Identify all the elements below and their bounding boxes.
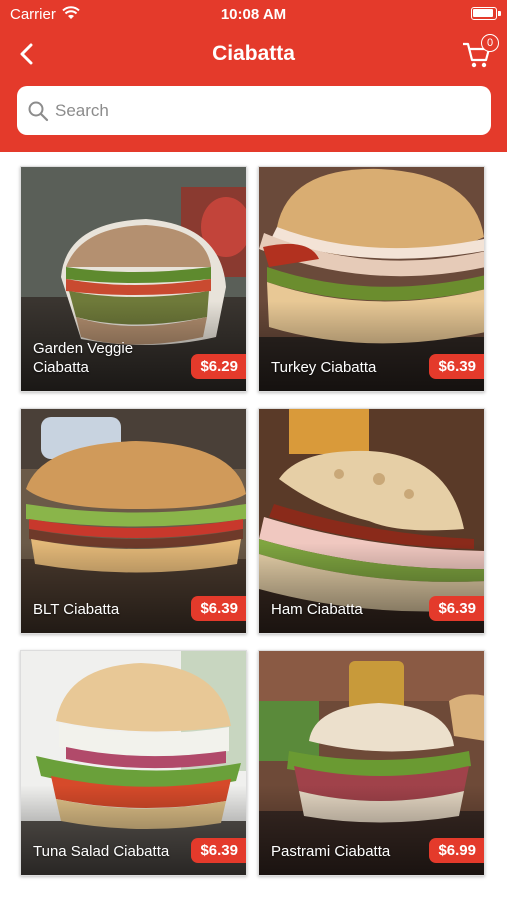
product-name: Pastrami Ciabatta (271, 843, 391, 860)
page-title: Ciabatta (212, 42, 295, 65)
app-header: Carrier 10:08 AM Ciabatta 0 (0, 0, 507, 152)
battery-tip (498, 11, 501, 16)
product-name: Ham Ciabatta (271, 601, 363, 618)
search-icon (28, 101, 49, 121)
price-badge: $6.29 (191, 354, 246, 379)
price-badge: $6.39 (191, 838, 246, 863)
search-input[interactable] (55, 100, 455, 121)
product-name: Tuna Salad Ciabatta (33, 843, 170, 860)
battery-icon (471, 7, 497, 20)
product-name: Garden Veggie Ciabatta (33, 340, 134, 376)
cart-button[interactable]: 0 (461, 34, 499, 70)
product-card[interactable]: BLT Ciabatta $6.39 (20, 408, 247, 634)
cart-count-badge: 0 (481, 34, 499, 52)
search-bar[interactable] (17, 86, 491, 135)
product-card[interactable]: Tuna Salad Ciabatta $6.39 (20, 650, 247, 876)
product-card[interactable]: Turkey Ciabatta $6.39 (258, 166, 485, 392)
price-badge: $6.39 (191, 596, 246, 621)
product-card[interactable]: Pastrami Ciabatta $6.99 (258, 650, 485, 876)
product-card[interactable]: Ham Ciabatta $6.39 (258, 408, 485, 634)
price-badge: $6.39 (429, 354, 484, 379)
product-name: BLT Ciabatta (33, 601, 120, 618)
price-badge: $6.99 (429, 838, 484, 863)
product-name: Turkey Ciabatta (271, 359, 377, 376)
price-badge: $6.39 (429, 596, 484, 621)
status-bar: Carrier 10:08 AM (0, 0, 507, 28)
product-card[interactable]: Garden Veggie Ciabatta $6.29 (20, 166, 247, 392)
clock: 10:08 AM (220, 6, 287, 23)
